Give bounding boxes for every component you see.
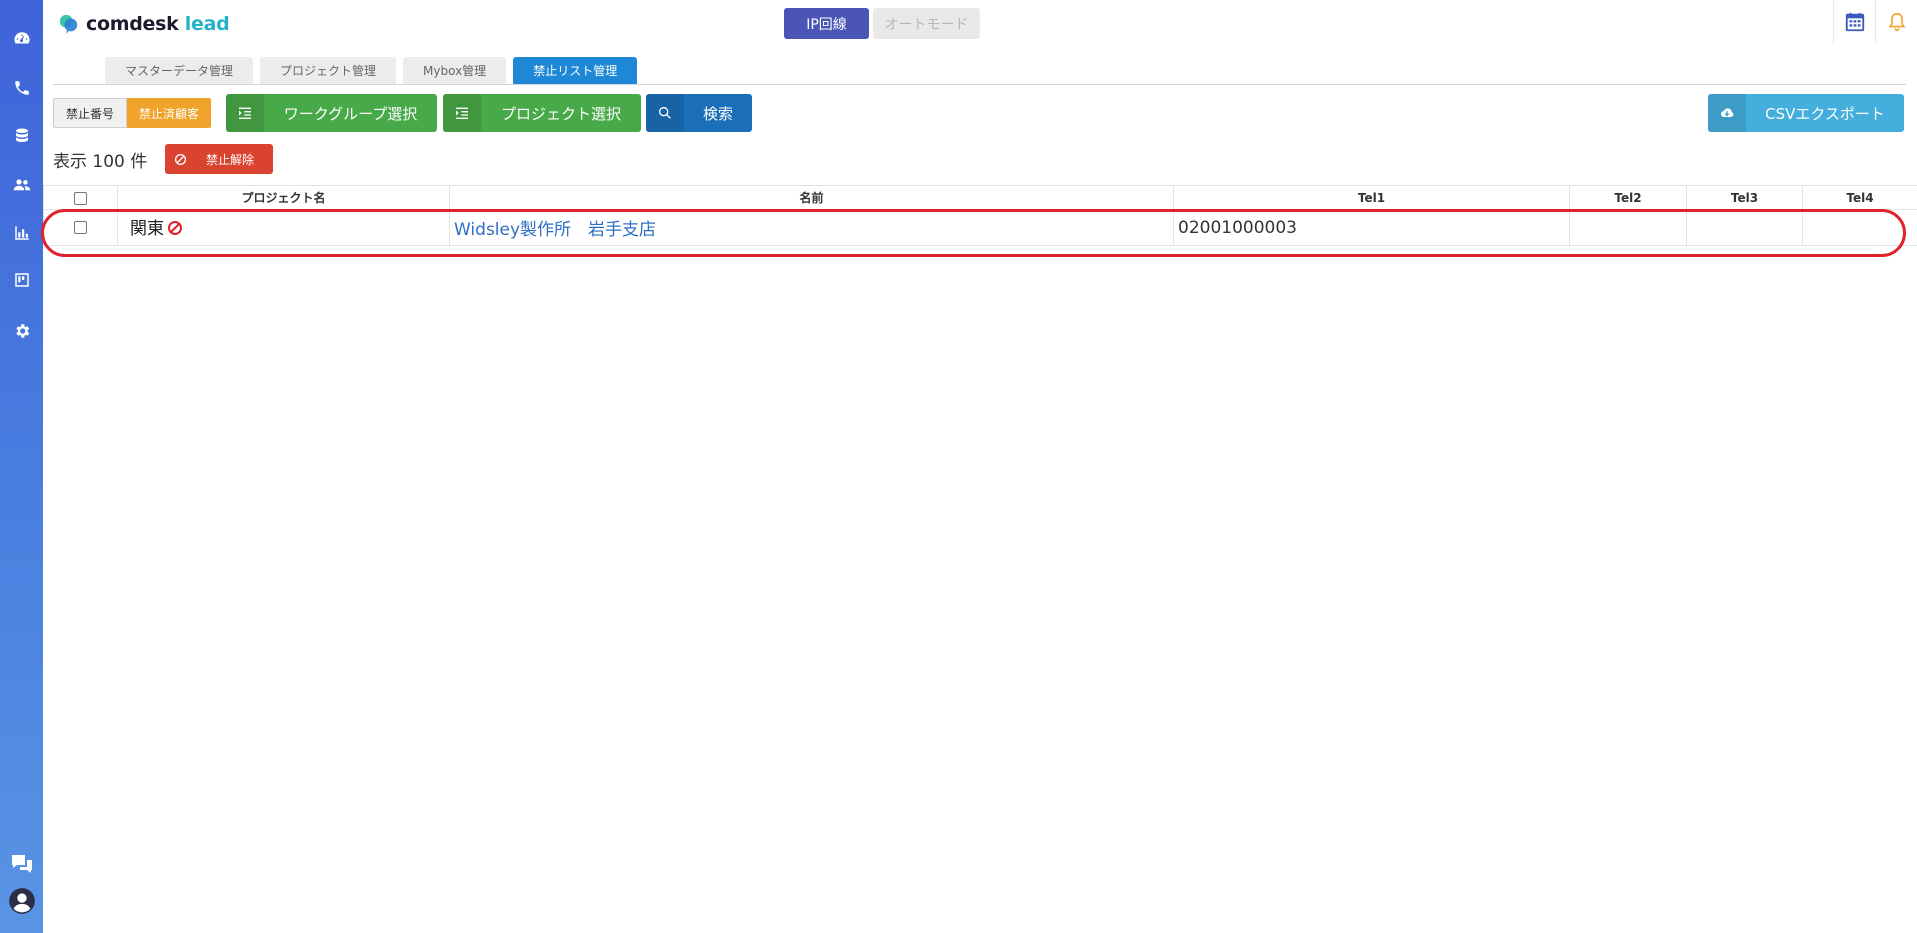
column-header-tel3[interactable]: Tel3 bbox=[1686, 185, 1803, 210]
tel1-cell: 02001000003 bbox=[1173, 209, 1570, 246]
display-count: 表示 100 件 bbox=[53, 152, 148, 172]
indent-icon bbox=[226, 94, 264, 132]
cloud-download-icon bbox=[1708, 94, 1746, 132]
unban-button[interactable]: 禁止解除 bbox=[165, 144, 273, 174]
logo-text-accent: lead bbox=[184, 13, 230, 35]
board-icon[interactable] bbox=[0, 265, 43, 295]
customer-name-link[interactable]: Widsley製作所 岩手支店 bbox=[449, 209, 1174, 246]
search-button[interactable]: 検索 bbox=[646, 94, 752, 132]
column-header-project[interactable]: プロジェクト名 bbox=[117, 185, 450, 210]
tel2-cell bbox=[1569, 209, 1687, 246]
bell-icon[interactable] bbox=[1875, 0, 1917, 44]
sidebar bbox=[0, 0, 43, 933]
tab-bar: マスターデータ管理 プロジェクト管理 Mybox管理 禁止リスト管理 bbox=[105, 57, 638, 84]
table-header-row: プロジェクト名 名前 Tel1 Tel2 Tel3 Tel4 bbox=[43, 185, 1917, 210]
database-icon[interactable] bbox=[0, 121, 43, 151]
app-logo[interactable]: comdesk lead bbox=[58, 11, 230, 37]
column-header-tel1[interactable]: Tel1 bbox=[1173, 185, 1570, 210]
users-icon[interactable] bbox=[0, 170, 43, 200]
header-actions bbox=[1833, 0, 1917, 44]
tab-divider bbox=[53, 84, 1906, 85]
project-cell: 関東 bbox=[117, 209, 450, 246]
project-select-button[interactable]: プロジェクト選択 bbox=[443, 94, 641, 132]
project-name: 関東 bbox=[130, 219, 164, 239]
workgroup-select-button[interactable]: ワークグループ選択 bbox=[226, 94, 437, 132]
logo-mark-icon bbox=[58, 13, 80, 35]
workgroup-select-label: ワークグループ選択 bbox=[283, 104, 418, 123]
help-chat-icon[interactable] bbox=[0, 848, 43, 880]
gear-icon[interactable] bbox=[0, 316, 43, 346]
tab-master-data[interactable]: マスターデータ管理 bbox=[105, 57, 254, 84]
auto-mode-button[interactable]: オートモード bbox=[873, 8, 980, 39]
calendar-icon[interactable] bbox=[1833, 0, 1875, 44]
row-checkbox[interactable] bbox=[74, 221, 87, 234]
project-select-label: プロジェクト選択 bbox=[500, 104, 621, 123]
ip-line-button[interactable]: IP回線 bbox=[784, 8, 869, 39]
tab-mybox[interactable]: Mybox管理 bbox=[403, 57, 507, 84]
column-header-tel4[interactable]: Tel4 bbox=[1802, 185, 1917, 210]
column-header-name[interactable]: 名前 bbox=[449, 185, 1174, 210]
toggle-banned-customers[interactable]: 禁止済顧客 bbox=[127, 98, 212, 128]
unban-label: 禁止解除 bbox=[205, 152, 254, 167]
search-icon bbox=[646, 94, 684, 132]
csv-export-button[interactable]: CSVエクスポート bbox=[1708, 94, 1904, 132]
indent-icon bbox=[443, 94, 481, 132]
user-avatar-icon[interactable] bbox=[0, 885, 43, 917]
phone-icon[interactable] bbox=[0, 73, 43, 103]
csv-export-label: CSVエクスポート bbox=[1765, 104, 1885, 123]
ban-type-toggle: 禁止番号 禁止済顧客 bbox=[53, 98, 212, 128]
ban-list-table: プロジェクト名 名前 Tel1 Tel2 Tel3 Tel4 関東 Widsle… bbox=[43, 185, 1917, 246]
toggle-banned-numbers[interactable]: 禁止番号 bbox=[53, 98, 128, 128]
search-label: 検索 bbox=[702, 104, 733, 123]
tab-ban-list[interactable]: 禁止リスト管理 bbox=[513, 57, 638, 84]
logo-text-main: comdesk bbox=[86, 13, 179, 35]
tel3-cell bbox=[1686, 209, 1803, 246]
ban-icon bbox=[165, 153, 195, 166]
select-all-checkbox[interactable] bbox=[74, 191, 87, 205]
row-select-cell bbox=[43, 209, 118, 246]
column-header-tel2[interactable]: Tel2 bbox=[1569, 185, 1687, 210]
tab-project[interactable]: プロジェクト管理 bbox=[260, 57, 397, 84]
banned-icon bbox=[167, 220, 183, 241]
table-row: 関東 Widsley製作所 岩手支店 02001000003 bbox=[43, 209, 1917, 246]
tel4-cell bbox=[1802, 209, 1917, 246]
dashboard-icon[interactable] bbox=[0, 24, 43, 54]
select-all-cell bbox=[43, 185, 118, 210]
bar-chart-icon[interactable] bbox=[0, 218, 43, 248]
